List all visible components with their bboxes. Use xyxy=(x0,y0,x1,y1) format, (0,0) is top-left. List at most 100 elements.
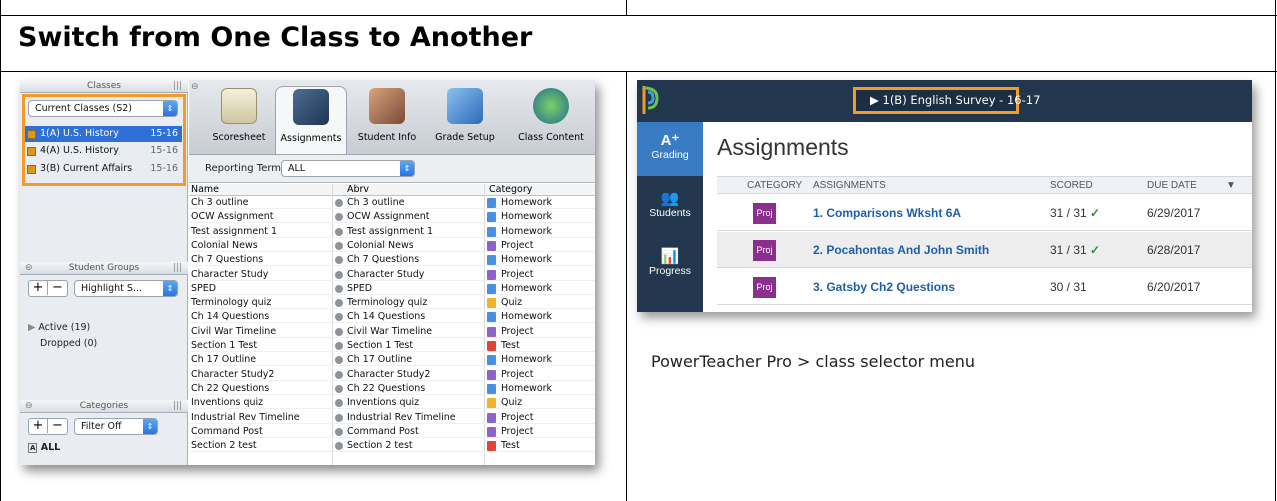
nav-progress[interactable]: 📊 Progress xyxy=(637,238,703,292)
assignment-grid-row[interactable]: Ch 14 Questions Ch 14 Questions Homework xyxy=(189,311,595,324)
tab-student-info[interactable]: Student Info xyxy=(351,86,423,154)
circle-arrow-icon[interactable] xyxy=(335,442,343,451)
assignment-grid-row[interactable]: Section 1 Test Section 1 Test Test xyxy=(189,340,595,352)
column-category[interactable]: CATEGORY xyxy=(747,177,802,194)
circle-arrow-icon[interactable] xyxy=(335,227,343,236)
categories-select[interactable]: Filter Off ⇕ xyxy=(74,418,158,435)
column-due-date[interactable]: DUE DATE xyxy=(1147,177,1197,194)
add-group-button[interactable]: + xyxy=(29,281,48,295)
tab-assignments[interactable]: Assignments xyxy=(275,86,347,154)
circle-arrow-icon[interactable] xyxy=(335,313,343,322)
assignment-grid-row[interactable]: Ch 22 Questions Ch 22 Questions Homework xyxy=(189,383,595,395)
assignment-grid-row[interactable]: Character Study Character Study Project xyxy=(189,269,595,281)
circle-arrow-icon[interactable] xyxy=(335,213,343,222)
category-all[interactable]: A ALL xyxy=(28,442,60,453)
circle-arrow-icon[interactable] xyxy=(335,299,343,308)
progress-icon: 📊 xyxy=(660,248,680,265)
student-groups-select[interactable]: Highlight S... ⇕ xyxy=(74,280,178,297)
circle-arrow-icon[interactable] xyxy=(335,199,343,207)
add-category-button[interactable]: + xyxy=(29,419,48,433)
tab-grade-setup[interactable]: Grade Setup xyxy=(429,86,501,154)
circle-arrow-icon[interactable] xyxy=(335,427,343,436)
assignment-category: Homework xyxy=(501,354,553,366)
powerschool-logo[interactable] xyxy=(641,84,661,116)
tab-student-info-label: Student Info xyxy=(357,132,417,143)
assignment-grid-row[interactable]: SPED SPED Homework xyxy=(189,283,595,295)
assignments-table-header: CATEGORY ASSIGNMENTS SCORED DUE DATE ▼ xyxy=(717,176,1252,194)
student-groups-header: Student Groups xyxy=(68,263,140,273)
circle-arrow-icon[interactable] xyxy=(335,399,343,408)
active-students[interactable]: ▶ Active (19) xyxy=(28,322,90,333)
assignment-grid-row[interactable]: OCW Assignment OCW Assignment Homework xyxy=(189,211,595,224)
assignment-name: Command Post xyxy=(191,425,263,437)
select-arrows-icon: ⇕ xyxy=(400,161,414,176)
assignment-grid-row[interactable]: Ch 7 Questions Ch 7 Questions Homework xyxy=(189,254,595,267)
assignment-abrv: Colonial News xyxy=(347,239,414,251)
nav-students[interactable]: 👥 Students xyxy=(637,180,703,234)
circle-arrow-icon[interactable] xyxy=(335,256,343,265)
assignment-category: Quiz xyxy=(501,397,523,409)
assignment-name: Terminology quiz xyxy=(191,297,272,309)
reporting-term-select[interactable]: ALL ⇕ xyxy=(281,160,415,177)
gradebook-screenshot: Classes ||| Current Classes (S2) ⇕ 1(A) … xyxy=(20,80,595,465)
assignment-row[interactable]: Proj 1. Comparisons Wksht 6A 31 / 31 ✓ 6… xyxy=(717,195,1252,231)
remove-group-button[interactable]: − xyxy=(48,281,67,295)
assignment-grid-row[interactable]: Terminology quiz Terminology quiz Quiz xyxy=(189,297,595,310)
circle-arrow-icon[interactable] xyxy=(335,327,343,336)
collapse-icon[interactable]: ⊖ xyxy=(25,400,33,413)
circle-arrow-icon[interactable] xyxy=(335,284,343,293)
circle-arrow-icon[interactable] xyxy=(335,356,343,365)
assignment-grid-row[interactable]: Industrial Rev Timeline Industrial Rev Ti… xyxy=(189,412,595,424)
circle-arrow-icon[interactable] xyxy=(335,370,343,379)
assignment-link[interactable]: 2. Pocahontas And John Smith xyxy=(813,243,989,257)
assignment-abrv: Section 2 test xyxy=(347,440,413,452)
category-all-label: ALL xyxy=(40,442,61,453)
circle-arrow-icon[interactable] xyxy=(335,270,343,279)
assignment-name: Character Study xyxy=(191,268,269,280)
column-name[interactable]: Name xyxy=(191,184,219,196)
assignment-row[interactable]: Proj 2. Pocahontas And John Smith 31 / 3… xyxy=(717,232,1252,268)
sort-down-icon[interactable]: ▼ xyxy=(1226,177,1236,194)
remove-category-button[interactable]: − xyxy=(48,419,67,433)
collapse-icon[interactable]: ⊖ xyxy=(191,82,199,92)
column-abrv[interactable]: Abrv xyxy=(347,184,369,196)
assignment-grid-row[interactable]: Command Post Command Post Project xyxy=(189,426,595,438)
assignment-grid-row[interactable]: Character Study2 Character Study2 Project xyxy=(189,369,595,381)
tab-scoresheet[interactable]: Scoresheet xyxy=(203,86,275,154)
circle-arrow-icon[interactable] xyxy=(335,413,343,422)
class-selector-button[interactable]: ▶ 1(B) English Survey - 16-17 xyxy=(853,87,1040,114)
circle-arrow-icon[interactable] xyxy=(335,342,343,350)
powerteacher-pro-screenshot: ▶ 1(B) English Survey - 16-17 A⁺ Grading… xyxy=(637,80,1252,312)
nav-grading[interactable]: A⁺ Grading xyxy=(637,122,703,176)
grip-icon[interactable]: ||| xyxy=(173,80,182,93)
assignment-grid-row[interactable]: Civil War Timeline Civil War Timeline Proj… xyxy=(189,326,595,338)
assignment-abrv: Ch 22 Questions xyxy=(347,382,426,394)
column-scored[interactable]: SCORED xyxy=(1050,177,1093,194)
assignment-grid-row[interactable]: Test assignment 1 Test assignment 1 Homewo… xyxy=(189,226,595,238)
assignment-abrv: Command Post xyxy=(347,425,419,437)
caption: PowerTeacher Pro > class selector menu xyxy=(651,352,975,371)
assignment-grid-row[interactable]: Section 2 test Section 2 test Test xyxy=(189,440,595,453)
assignment-abrv: Test assignment 1 xyxy=(347,225,434,237)
column-category[interactable]: Category xyxy=(489,184,532,196)
assignment-grid-row[interactable]: Ch 3 outline Ch 3 outline Homework xyxy=(189,197,595,209)
assignment-row[interactable]: Proj 3. Gatsby Ch2 Questions 30 / 31 6/2… xyxy=(717,269,1252,305)
disclosure-triangle-icon[interactable]: ▶ xyxy=(28,322,35,333)
dropped-students-label[interactable]: Dropped (0) xyxy=(40,338,97,349)
tab-class-content[interactable]: Class Content xyxy=(509,86,593,154)
score-value: 30 / 31 xyxy=(1050,280,1087,294)
assignment-grid-row[interactable]: Ch 17 Outline Ch 17 Outline Homework xyxy=(189,354,595,367)
assignment-grid-row[interactable]: Inventions quiz Inventions quiz Quiz xyxy=(189,397,595,410)
grip-icon[interactable]: ||| xyxy=(173,400,182,413)
collapse-icon[interactable]: ⊖ xyxy=(25,262,33,275)
circle-arrow-icon[interactable] xyxy=(335,384,343,393)
assignment-link[interactable]: 1. Comparisons Wksht 6A xyxy=(813,206,961,220)
column-assignments[interactable]: ASSIGNMENTS xyxy=(813,177,886,194)
assignment-grid-row[interactable]: Colonial News Colonial News Project xyxy=(189,240,595,252)
grip-icon[interactable]: ||| xyxy=(173,262,182,275)
assignment-link[interactable]: 3. Gatsby Ch2 Questions xyxy=(813,280,955,294)
circle-arrow-icon[interactable] xyxy=(335,241,343,250)
assignment-category: Project xyxy=(501,325,534,337)
assignment-category: Homework xyxy=(501,211,553,223)
reporting-term-bar: Reporting Term: ALL ⇕ xyxy=(189,155,595,183)
